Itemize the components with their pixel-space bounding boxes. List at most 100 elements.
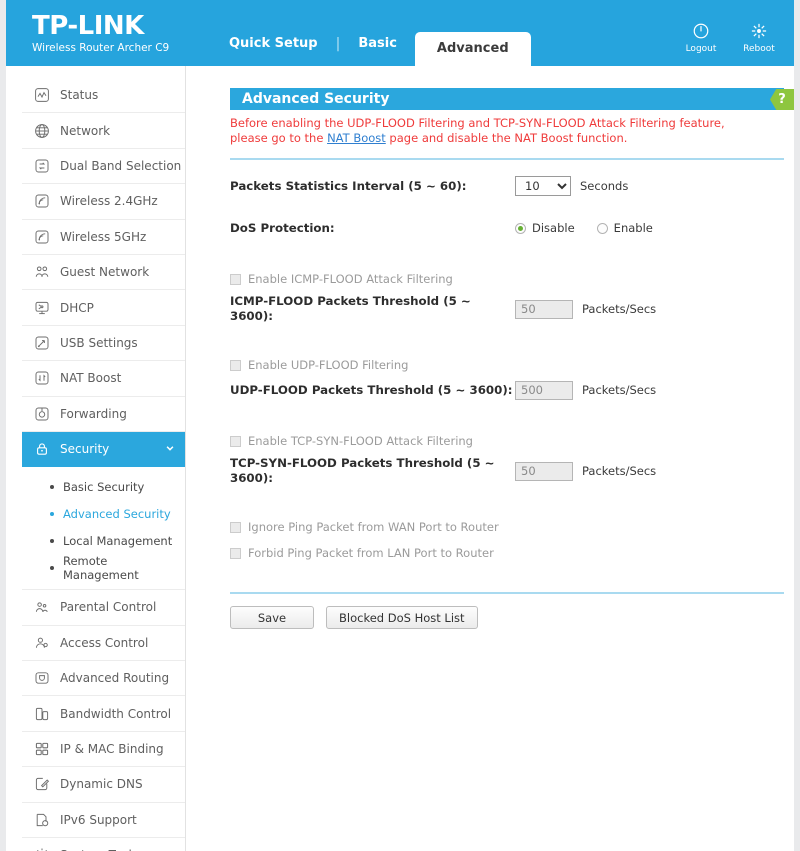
tcp-syn-threshold-input[interactable]: [515, 461, 573, 481]
blocked-dos-host-list-button[interactable]: Blocked DoS Host List: [326, 606, 478, 629]
tcp-syn-threshold-label: TCP-SYN-FLOOD Packets Threshold (5 ~ 360…: [230, 456, 495, 485]
bandwidth-control-icon: [33, 705, 51, 723]
icmp-threshold-input[interactable]: [515, 299, 573, 319]
forbid-ping-lan-label: Forbid Ping Packet from LAN Port to Rout…: [248, 546, 494, 560]
dos-protection-row: DoS Protection: Disable Enable: [230, 218, 790, 238]
nat-boost-link[interactable]: NAT Boost: [327, 131, 386, 145]
sidebar-label: Dual Band Selection: [60, 158, 182, 173]
body-wrapper: Status Network Dual Band Selection Wirel…: [6, 66, 794, 851]
sidebar-label: Dynamic DNS: [60, 777, 143, 792]
sidebar-item-wireless-5[interactable]: Wireless 5GHz: [22, 220, 185, 255]
parental-control-icon: [33, 598, 51, 616]
sidebar-label: Forwarding: [60, 406, 127, 421]
wireless-icon: [33, 192, 51, 210]
dual-band-icon: [33, 157, 51, 175]
wireless-icon: [33, 228, 51, 246]
ip-mac-binding-icon: [33, 740, 51, 758]
sidebar-label: Wireless 5GHz: [60, 229, 147, 244]
bullet-icon: [50, 511, 54, 516]
dos-enable-label: Enable: [613, 221, 653, 235]
logout-button[interactable]: Logout: [680, 22, 722, 55]
form-actions: Save Blocked DoS Host List: [230, 606, 790, 629]
sidebar-item-security[interactable]: Security: [22, 431, 185, 468]
sidebar-item-forwarding[interactable]: Forwarding: [22, 397, 185, 432]
nav-basic[interactable]: Basic: [340, 36, 415, 66]
sidebar-item-ipv6-support[interactable]: IPv6 Support: [22, 803, 185, 839]
icmp-flood-checkbox-label: Enable ICMP-FLOOD Attack Filtering: [248, 272, 453, 286]
router-model: Wireless Router Archer C9: [32, 42, 170, 54]
radio-dot-icon: [515, 222, 526, 234]
radio-dot-icon: [596, 222, 608, 234]
sidebar-item-dual-band-selection[interactable]: Dual Band Selection: [22, 149, 185, 185]
chevron-down-icon: [165, 442, 175, 456]
sidebar-label: Wireless 2.4GHz: [60, 194, 158, 209]
nav-advanced[interactable]: Advanced: [414, 32, 531, 66]
submenu-item-basic-security[interactable]: Basic Security: [22, 473, 185, 500]
sidebar-item-advanced-routing[interactable]: Advanced Routing: [22, 661, 185, 697]
dos-enable-radio[interactable]: Enable: [596, 221, 653, 235]
ignore-ping-wan-label: Ignore Ping Packet from WAN Port to Rout…: [248, 520, 499, 534]
submenu-item-remote-management[interactable]: Remote Management: [22, 554, 185, 582]
sidebar-item-network[interactable]: Network: [22, 113, 185, 149]
access-control-icon: [33, 634, 51, 652]
udp-unit-label: Packets/Secs: [582, 383, 657, 397]
dynamic-dns-icon: [33, 775, 51, 793]
sidebar-item-ip-mac-binding[interactable]: IP & MAC Binding: [22, 732, 185, 768]
gear-icon: [33, 846, 51, 851]
sidebar-label: Guest Network: [60, 265, 150, 280]
dhcp-icon: [33, 299, 51, 317]
submenu-item-local-management[interactable]: Local Management: [22, 527, 185, 554]
packets-interval-row: Packets Statistics Interval (5 ~ 60): 10…: [230, 176, 790, 196]
bullet-icon: [50, 484, 54, 489]
ipv6-icon: [33, 811, 51, 829]
sidebar-item-parental-control[interactable]: Parental Control: [22, 590, 185, 626]
lock-icon: [33, 440, 51, 458]
udp-flood-checkbox[interactable]: Enable UDP-FLOOD Filtering: [230, 358, 790, 372]
udp-threshold-input[interactable]: [515, 380, 573, 400]
sidebar-item-guest-network[interactable]: Guest Network: [22, 255, 185, 291]
submenu-item-advanced-security[interactable]: Advanced Security: [22, 500, 185, 527]
sidebar-item-system-tools[interactable]: System Tools: [22, 838, 185, 851]
checkbox-icon: [230, 273, 241, 285]
save-button[interactable]: Save: [230, 606, 314, 629]
security-submenu: Basic Security Advanced Security Local M…: [22, 467, 185, 591]
dos-protection-label: DoS Protection:: [230, 220, 335, 235]
nav-quick-setup[interactable]: Quick Setup: [211, 36, 336, 66]
header-tools: Logout Reboot: [680, 22, 780, 55]
icmp-flood-checkbox[interactable]: Enable ICMP-FLOOD Attack Filtering: [230, 272, 790, 286]
reboot-label: Reboot: [743, 44, 775, 54]
sidebar-label: Bandwidth Control: [60, 706, 172, 721]
tcp-syn-threshold-row: TCP-SYN-FLOOD Packets Threshold (5 ~ 360…: [230, 456, 790, 486]
udp-threshold-label: UDP-FLOOD Packets Threshold (5 ~ 3600):: [230, 382, 513, 397]
tcp-syn-unit-label: Packets/Secs: [582, 464, 657, 478]
sidebar-item-bandwidth-control[interactable]: Bandwidth Control: [22, 696, 185, 732]
sidebar-item-status[interactable]: Status: [22, 78, 185, 114]
ignore-ping-wan-checkbox[interactable]: Ignore Ping Packet from WAN Port to Rout…: [230, 520, 790, 534]
icmp-threshold-label: ICMP-FLOOD Packets Threshold (5 ~ 3600):: [230, 294, 471, 323]
sidebar-item-usb-settings[interactable]: USB Settings: [22, 326, 185, 362]
sidebar-item-access-control[interactable]: Access Control: [22, 626, 185, 662]
forwarding-icon: [33, 405, 51, 423]
main-nav: Quick Setup | Basic Advanced: [211, 0, 531, 66]
sidebar-label: Status: [60, 88, 99, 103]
reboot-button[interactable]: Reboot: [738, 22, 780, 55]
sidebar-label: USB Settings: [60, 335, 138, 350]
tcp-syn-flood-checkbox[interactable]: Enable TCP-SYN-FLOOD Attack Filtering: [230, 434, 790, 448]
sidebar-label: IPv6 Support: [60, 812, 137, 827]
sidebar-item-nat-boost[interactable]: NAT Boost: [22, 361, 185, 397]
checkbox-icon: [230, 435, 241, 447]
globe-icon: [33, 122, 51, 140]
packets-interval-select[interactable]: 10: [515, 176, 571, 196]
power-icon: [680, 22, 722, 42]
sidebar-label: Advanced Routing: [60, 671, 170, 686]
router-admin-page: TP-LINK Wireless Router Archer C9 Quick …: [0, 0, 800, 851]
submenu-label: Advanced Security: [63, 506, 171, 521]
sidebar-item-dynamic-dns[interactable]: Dynamic DNS: [22, 767, 185, 803]
brand-logo: TP-LINK: [32, 11, 144, 41]
dos-disable-radio[interactable]: Disable: [515, 221, 575, 235]
brand-block: TP-LINK Wireless Router Archer C9: [32, 12, 169, 55]
sidebar-item-dhcp[interactable]: DHCP: [22, 290, 185, 326]
forbid-ping-lan-checkbox[interactable]: Forbid Ping Packet from LAN Port to Rout…: [230, 546, 790, 560]
status-icon: [33, 86, 51, 104]
sidebar-item-wireless-24[interactable]: Wireless 2.4GHz: [22, 184, 185, 220]
